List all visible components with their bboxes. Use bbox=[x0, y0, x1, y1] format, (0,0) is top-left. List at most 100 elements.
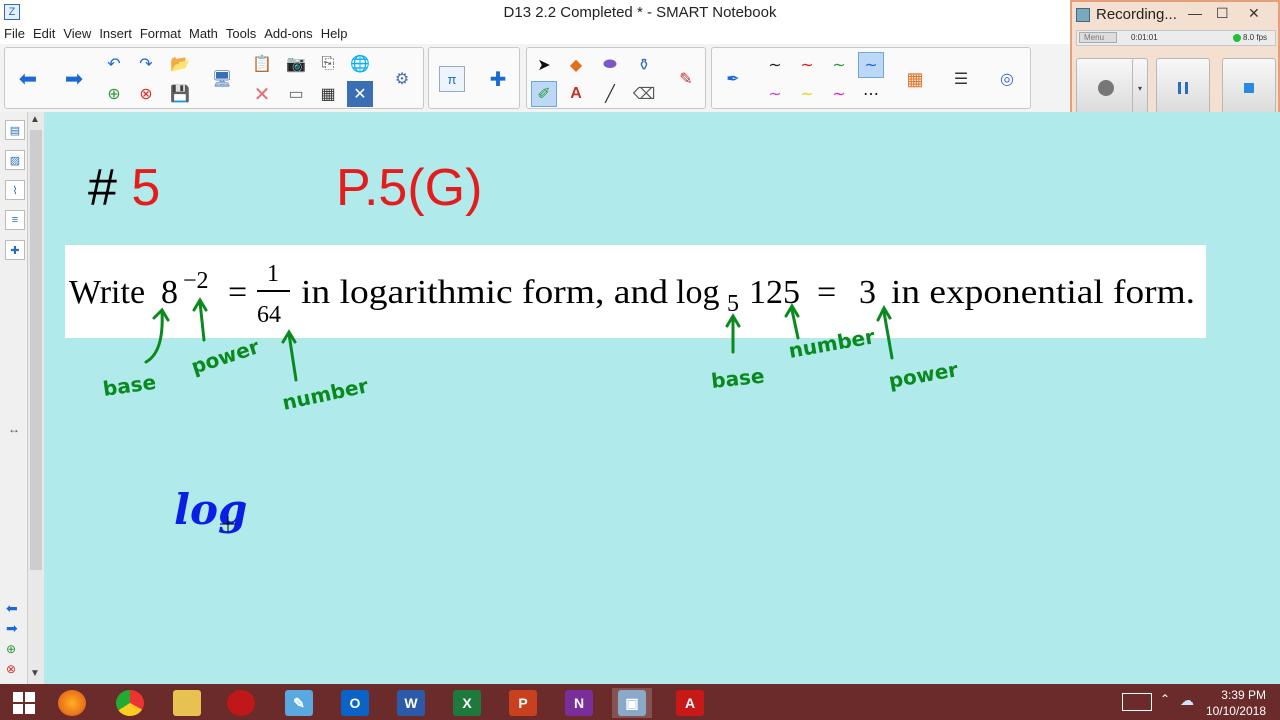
app-icon[interactable] bbox=[221, 688, 261, 718]
outlook-icon[interactable]: O bbox=[335, 688, 375, 718]
menu-format[interactable]: Format bbox=[136, 24, 185, 41]
pen-black-icon[interactable]: ∼ bbox=[762, 52, 788, 78]
stop-button[interactable] bbox=[1222, 58, 1276, 118]
close-toolbar-icon[interactable]: ✕ bbox=[347, 81, 373, 107]
onedrive-icon[interactable]: ☁ bbox=[1180, 692, 1194, 709]
transparency-icon[interactable]: ◎ bbox=[994, 66, 1020, 92]
line-icon[interactable]: ╱ bbox=[597, 81, 623, 107]
sidebar-add-page-icon[interactable]: ⊕ bbox=[6, 642, 16, 656]
chrome-icon[interactable] bbox=[110, 688, 150, 718]
redo-icon[interactable]: ↷ bbox=[133, 51, 159, 77]
menu-insert[interactable]: Insert bbox=[95, 24, 136, 41]
excel-icon[interactable]: X bbox=[447, 688, 487, 718]
menu-file[interactable]: File bbox=[0, 24, 29, 41]
pen-type-icon[interactable]: ✒ bbox=[720, 66, 746, 92]
clock[interactable]: 3:39 PM 10/10/2018 bbox=[1206, 687, 1266, 719]
maximize-icon[interactable]: ☐ bbox=[1216, 5, 1229, 22]
word-icon[interactable]: W bbox=[391, 688, 431, 718]
sidebar-delete-page-icon[interactable]: ⊗ bbox=[6, 662, 16, 676]
menu-add-ons[interactable]: Add-ons bbox=[260, 24, 316, 41]
pens-icon[interactable]: ✐ bbox=[531, 81, 557, 107]
menu-math[interactable]: Math bbox=[185, 24, 222, 41]
recorder-menu-dropdown[interactable]: Menu bbox=[1079, 32, 1118, 43]
save-icon[interactable]: 💾 bbox=[167, 81, 193, 107]
menu-edit[interactable]: Edit bbox=[29, 24, 59, 41]
undo-icon[interactable]: ↶ bbox=[101, 51, 127, 77]
fill-icon[interactable]: ⚱ bbox=[631, 52, 657, 78]
tray-chevron-icon[interactable]: ⌃ bbox=[1160, 692, 1170, 706]
record-options-button[interactable]: ▾ bbox=[1132, 58, 1148, 118]
eraser-shape-icon[interactable]: ⬬ bbox=[597, 52, 623, 78]
screen-capture-icon[interactable]: 📷 bbox=[283, 51, 309, 77]
document-camera-icon[interactable]: ⎘ bbox=[315, 51, 341, 77]
table-icon[interactable]: ▦ bbox=[315, 81, 341, 107]
pen-blue-icon[interactable]: ∼ bbox=[858, 52, 884, 78]
page-sorter-icon[interactable]: ▤ bbox=[5, 120, 25, 140]
text-icon[interactable]: A bbox=[563, 81, 589, 107]
resize-handle-icon[interactable]: ↔ bbox=[8, 422, 20, 436]
delete-page-icon[interactable]: ⊗ bbox=[133, 81, 159, 107]
toolbar-group-file: ⬅ ➡ ↶ ↷ 📂 ⊕ ⊗ 💾 🖥 📋 📷 ⎘ 🌐 ✕ ▭ ▦ ✕ ⚙ bbox=[4, 47, 424, 109]
pen-pink-icon[interactable]: ∼ bbox=[826, 81, 852, 107]
previous-page-icon[interactable]: ⬅ bbox=[15, 66, 41, 92]
pen-yellow-icon[interactable]: ∼ bbox=[794, 81, 820, 107]
next-page-icon[interactable]: ➡ bbox=[61, 66, 87, 92]
open-file-icon[interactable]: 📂 bbox=[167, 51, 193, 77]
label-number1: number bbox=[280, 373, 370, 415]
addons-tab-icon[interactable]: ✚ bbox=[5, 240, 25, 260]
stop-icon bbox=[1244, 83, 1254, 93]
menu-help[interactable]: Help bbox=[317, 24, 352, 41]
select-arrow-icon[interactable]: ➤ bbox=[531, 52, 557, 78]
pause-icon bbox=[1178, 82, 1188, 94]
close-icon[interactable]: ✕ bbox=[1248, 5, 1260, 22]
gallery-icon[interactable]: ▨ bbox=[5, 150, 25, 170]
label-power2: power bbox=[887, 357, 960, 393]
properties-icon[interactable]: ≡ bbox=[5, 210, 25, 230]
lesson-activity-icon[interactable]: ✚ bbox=[485, 66, 511, 92]
scrollbar-thumb[interactable] bbox=[30, 130, 42, 570]
toolbar-group-math: π ✚ bbox=[428, 47, 520, 109]
paste-icon[interactable]: 📋 bbox=[249, 51, 275, 77]
math-tools-icon[interactable]: π bbox=[439, 66, 465, 92]
pause-button[interactable] bbox=[1156, 58, 1210, 118]
eraser-icon[interactable]: ⌫ bbox=[631, 81, 657, 107]
menu-tools[interactable]: Tools bbox=[222, 24, 260, 41]
pen-dashed-icon[interactable]: ⋯ bbox=[858, 81, 884, 107]
color-palette-icon[interactable]: ▦ bbox=[902, 66, 928, 92]
record-button[interactable] bbox=[1076, 58, 1136, 118]
firefox-icon[interactable] bbox=[52, 688, 92, 718]
onenote-icon[interactable]: N bbox=[559, 688, 599, 718]
scroll-up-icon[interactable]: ▲ bbox=[30, 114, 40, 125]
line-style-icon[interactable]: ☰ bbox=[948, 66, 974, 92]
problem-number-value: 5 bbox=[131, 159, 161, 217]
screen-shade-icon[interactable]: ▭ bbox=[283, 81, 309, 107]
pen-magenta-icon[interactable]: ∼ bbox=[762, 81, 788, 107]
notebook-icon[interactable]: ✎ bbox=[279, 688, 319, 718]
shapes-icon[interactable]: ◆ bbox=[563, 52, 589, 78]
add-page-icon[interactable]: ⊕ bbox=[101, 81, 127, 107]
properties-pen-icon[interactable]: ✎ bbox=[673, 66, 699, 92]
menu-view[interactable]: View bbox=[59, 24, 95, 41]
acrobat-icon[interactable]: A bbox=[670, 688, 710, 718]
attachments-icon[interactable]: ⌇ bbox=[5, 180, 25, 200]
keyboard-icon[interactable] bbox=[1122, 693, 1152, 711]
file-explorer-icon[interactable] bbox=[167, 688, 207, 718]
start-icon[interactable] bbox=[4, 688, 44, 718]
screen-display-icon[interactable]: 🖥 bbox=[209, 66, 235, 92]
powerpoint-icon[interactable]: P bbox=[503, 688, 543, 718]
addon-icon[interactable]: ⚙ bbox=[389, 66, 415, 92]
sidebar-back-icon[interactable]: ⬅ bbox=[6, 600, 18, 617]
delete-icon[interactable]: ✕ bbox=[249, 81, 275, 107]
smart-notebook-icon[interactable]: ▣ bbox=[612, 688, 652, 718]
vertical-scrollbar[interactable]: ▲ ▼ bbox=[28, 112, 44, 684]
whiteboard-canvas[interactable]: # 5 P.5(G) Write 8 −2 = 1 64 in logarith… bbox=[44, 112, 1280, 684]
scroll-down-icon[interactable]: ▼ bbox=[30, 668, 40, 679]
problem-statement[interactable]: Write 8 −2 = 1 64 in logarithmic form, a… bbox=[65, 245, 1206, 338]
pen-green-icon[interactable]: ∼ bbox=[826, 52, 852, 78]
minimize-icon[interactable]: — bbox=[1188, 5, 1202, 21]
sidebar-forward-icon[interactable]: ➡ bbox=[6, 620, 18, 637]
problem-number: # 5 bbox=[88, 158, 160, 218]
web-icon[interactable]: 🌐 bbox=[347, 51, 373, 77]
statement-exp1: −2 bbox=[183, 268, 209, 294]
pen-red-icon[interactable]: ∼ bbox=[794, 52, 820, 78]
